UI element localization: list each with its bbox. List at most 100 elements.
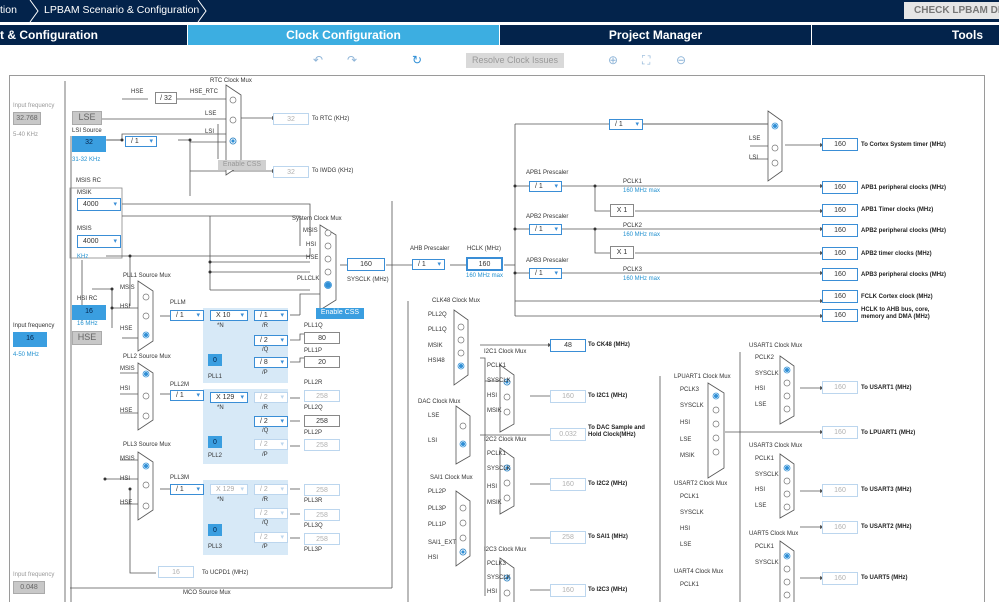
- lpuart1-sysclk-label: SYSCLK: [680, 403, 704, 409]
- check-lpbam-button[interactable]: CHECK LPBAM DE: [904, 2, 999, 19]
- apb1-peripheral-field[interactable]: 160: [822, 181, 858, 194]
- pll3-q-select[interactable]: / 2 ▾: [254, 508, 288, 519]
- iwdg-output-field[interactable]: 32: [273, 166, 309, 178]
- pll2p-field[interactable]: 258: [304, 439, 340, 451]
- ucpd1-field[interactable]: 16: [158, 566, 194, 578]
- sysclk-field[interactable]: 160: [347, 258, 385, 271]
- apb1-prescaler-select[interactable]: / 1 ▾: [529, 181, 562, 192]
- input-frequency-label-3: Input frequency: [13, 572, 55, 578]
- pll1p-field[interactable]: 20: [304, 356, 340, 368]
- tab-pinout-configuration[interactable]: t & Configuration: [0, 25, 187, 45]
- pll1-m-select[interactable]: / 1 ▾: [170, 310, 204, 321]
- fit-to-screen-icon[interactable]: ⛶: [642, 53, 650, 68]
- lsi-frequency-field[interactable]: 32: [72, 136, 106, 152]
- i2c3-field[interactable]: 160: [550, 584, 586, 597]
- fclk-field[interactable]: 160: [822, 290, 858, 303]
- ahb-bus-field[interactable]: 160: [822, 309, 858, 322]
- to-i2c1-label: To I2C1 (MHz): [588, 393, 628, 399]
- ck48-field[interactable]: 48: [550, 339, 586, 352]
- apb2-peripheral-field[interactable]: 160: [822, 224, 858, 237]
- pll2r-field[interactable]: 258: [304, 390, 340, 402]
- pll3-p-label: /P: [262, 544, 268, 550]
- apb3-peripheral-label: APB3 peripheral clocks (MHz): [861, 272, 947, 278]
- lpuart1-mux-label: LPUART1 Clock Mux: [674, 374, 731, 380]
- hsi-rc-label: HSI RC: [77, 296, 98, 302]
- pll3-fracn-field[interactable]: 0: [208, 524, 222, 536]
- pll3r-field[interactable]: 258: [304, 484, 340, 496]
- i2c1-field[interactable]: 160: [550, 390, 586, 403]
- cortex-timer-label: To Cortex System timer (MHz): [861, 142, 946, 148]
- pll1-n-select[interactable]: X 10 ▾: [210, 310, 248, 321]
- to-dac-label: To DAC Sample and Hold Clock(MHz): [588, 425, 645, 438]
- pll3-r-select[interactable]: / 2 ▾: [254, 484, 288, 495]
- refresh-icon[interactable]: ↻: [412, 53, 422, 67]
- usart2-field[interactable]: 160: [822, 521, 858, 534]
- pll2-n-select[interactable]: X 129 ▾: [210, 392, 248, 403]
- pll1-r-select[interactable]: / 1 ▾: [254, 310, 288, 321]
- lse-frequency-field[interactable]: 32.768: [13, 112, 41, 125]
- pll2q-field[interactable]: 258: [304, 415, 340, 427]
- tab-clock-configuration[interactable]: Clock Configuration: [188, 25, 499, 45]
- tab-project-manager[interactable]: Project Manager: [500, 25, 811, 45]
- resolve-clock-issues-button[interactable]: Resolve Clock Issues: [466, 53, 564, 68]
- cortex-timer-field[interactable]: 160: [822, 138, 858, 151]
- usart1-sysclk-label: SYSCLK: [755, 371, 779, 377]
- to-i2c3-label: To I2C3 (MHz): [588, 587, 628, 593]
- lsi-divider-select[interactable]: / 1 ▾: [125, 136, 157, 147]
- apb2-prescaler-select[interactable]: / 1 ▾: [529, 224, 562, 235]
- i2c1-pclk-label: PCLK1: [487, 363, 507, 369]
- usart3-field[interactable]: 160: [822, 484, 858, 497]
- apb3-peripheral-field[interactable]: 160: [822, 268, 858, 281]
- msis-rc-label: MSIS RC: [76, 178, 102, 184]
- pll3q-field[interactable]: 258: [304, 509, 340, 521]
- ahb-prescaler-select[interactable]: / 1 ▾: [412, 259, 445, 270]
- lse-source-box[interactable]: LSE: [72, 111, 102, 125]
- sai1-field[interactable]: 258: [550, 531, 586, 544]
- zoom-in-icon[interactable]: ⊕: [608, 53, 618, 67]
- pll3-p-select[interactable]: / 2 ▾: [254, 532, 288, 543]
- pll2-r-select[interactable]: / 2 ▾: [254, 392, 288, 403]
- pll3-n-select[interactable]: X 129 ▾: [210, 484, 248, 495]
- pll3-m-select[interactable]: / 1 ▾: [170, 484, 204, 495]
- uart5-field[interactable]: 160: [822, 572, 858, 585]
- pll1q-field[interactable]: 80: [304, 332, 340, 344]
- rtc-enable-css-button[interactable]: Enable CSS: [218, 160, 266, 170]
- undo-icon[interactable]: ↶: [313, 53, 323, 67]
- to-sai1-label: To SAI1 (MHz): [588, 534, 628, 540]
- msik-frequency-select[interactable]: 4000 ▾: [77, 198, 121, 211]
- pll2-fracn-field[interactable]: 0: [208, 436, 222, 448]
- apb3-prescaler-select[interactable]: / 1 ▾: [529, 268, 562, 279]
- pll1-fracn-field[interactable]: 0: [208, 354, 222, 366]
- tab-tools[interactable]: Tools: [812, 25, 999, 45]
- hclk-field[interactable]: 160: [466, 257, 503, 271]
- input-frequency-field-3[interactable]: 0.048: [13, 581, 45, 594]
- pll1-q-select[interactable]: / 2 ▾: [254, 335, 288, 346]
- pll2-p-select[interactable]: / 2 ▾: [254, 439, 288, 450]
- pll1-p-select[interactable]: / 8 ▾: [254, 357, 288, 368]
- zoom-out-icon[interactable]: ⊖: [676, 53, 686, 67]
- pll3-n-label: *N: [217, 497, 224, 503]
- hse-frequency-field[interactable]: 16: [13, 332, 47, 347]
- hse-source-box[interactable]: HSE: [72, 331, 102, 345]
- i2c2-field[interactable]: 160: [550, 478, 586, 491]
- to-i2c2-label: To I2C2 (MHz): [588, 481, 628, 487]
- top-breadcrumb-bar: tion LPBAM Scenario & Configuration CHEC…: [0, 0, 999, 22]
- breadcrumb-pinout[interactable]: tion: [0, 0, 28, 22]
- dac-field[interactable]: 0.032: [550, 428, 586, 441]
- to-iwdg-label: To IWDG (KHz): [312, 168, 354, 174]
- pll3p-field[interactable]: 258: [304, 533, 340, 545]
- pll2-q-label: /Q: [262, 428, 269, 434]
- pll2-m-select[interactable]: / 1 ▾: [170, 390, 204, 401]
- breadcrumb-lpbam[interactable]: LPBAM Scenario & Configuration: [44, 0, 204, 22]
- apb1-timer-field[interactable]: 160: [822, 204, 858, 217]
- rtc-output-field[interactable]: 32: [273, 113, 309, 125]
- pll2-q-select[interactable]: / 2 ▾: [254, 416, 288, 427]
- lpuart1-field[interactable]: 160: [822, 426, 858, 439]
- sys-enable-css-button[interactable]: Enable CSS: [316, 308, 364, 319]
- msis-frequency-select[interactable]: 4000 ▾: [77, 235, 121, 248]
- usart1-field[interactable]: 160: [822, 381, 858, 394]
- cortex-timer-divider-select[interactable]: / 1 ▾: [609, 119, 643, 130]
- hsi-frequency-field[interactable]: 16: [72, 305, 106, 320]
- redo-icon[interactable]: ↷: [347, 53, 357, 67]
- apb2-timer-field[interactable]: 160: [822, 247, 858, 260]
